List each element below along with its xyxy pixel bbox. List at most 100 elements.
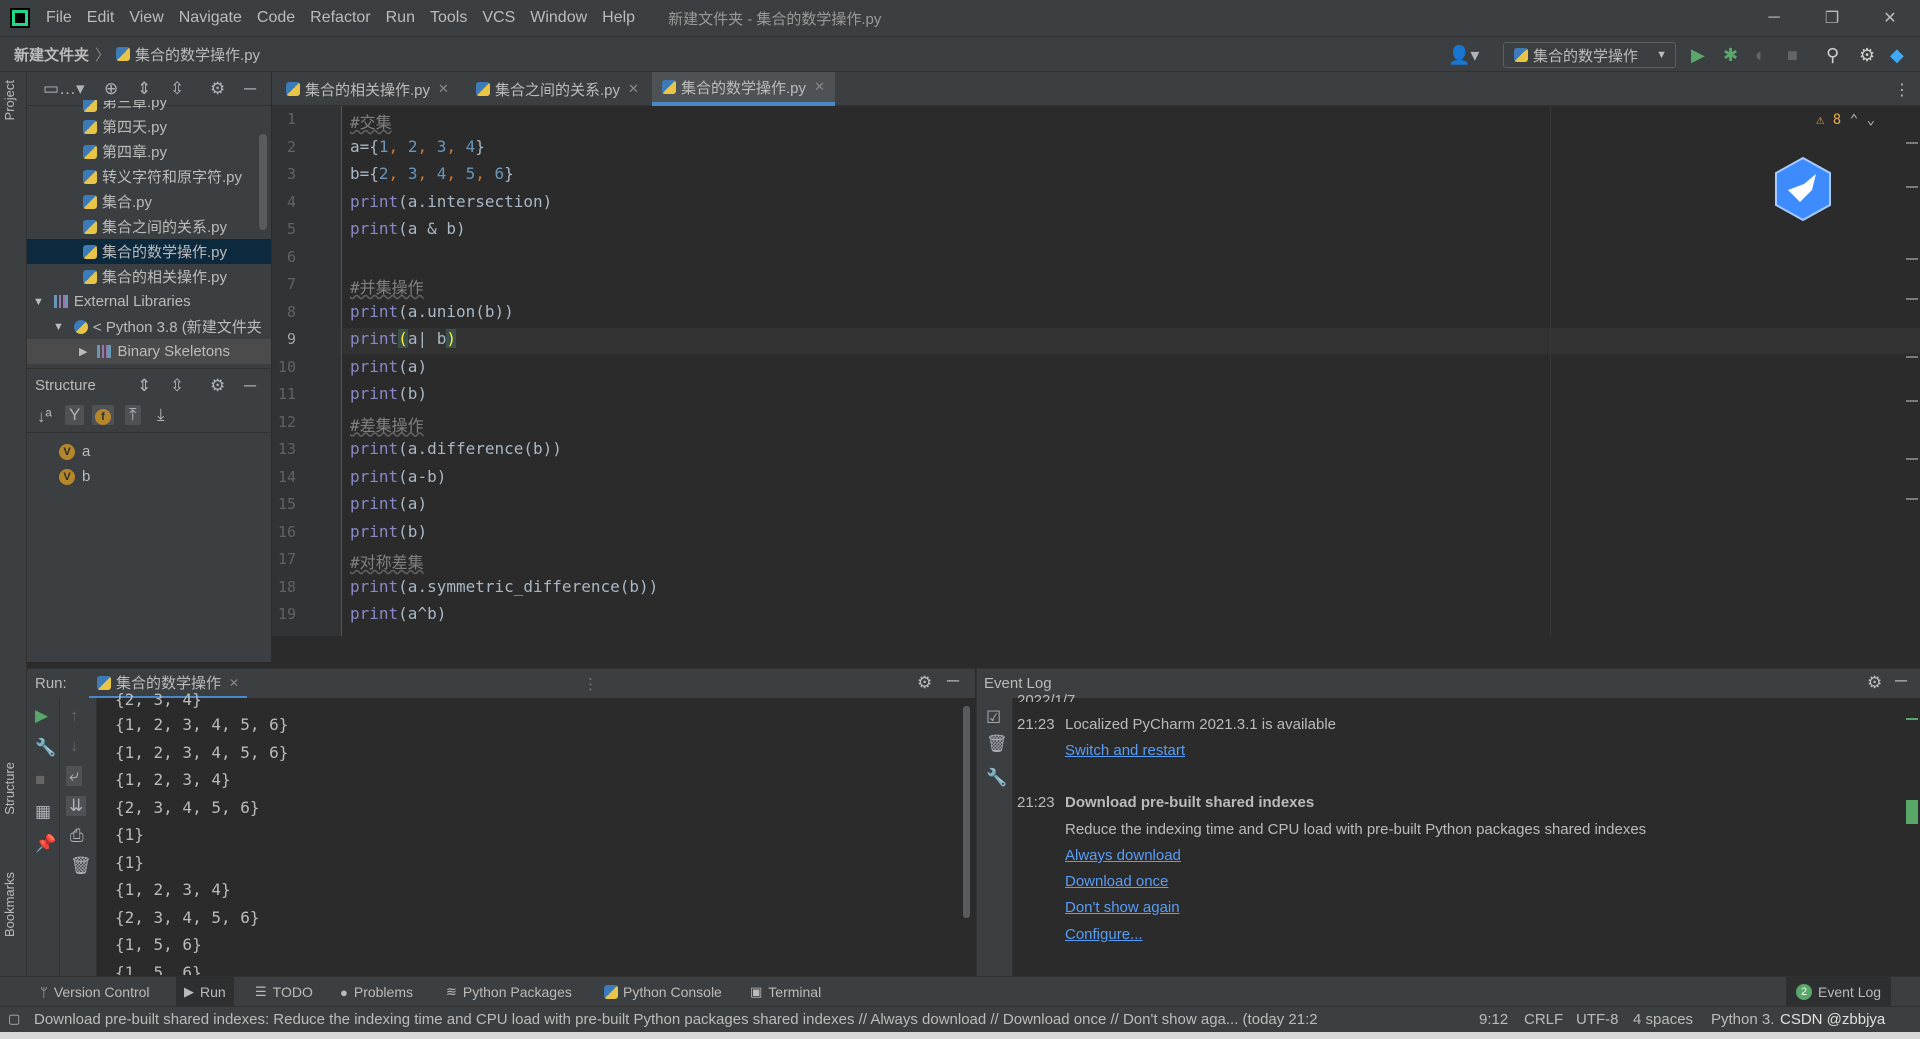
collapse-all-icon[interactable]: ⇳ [170, 376, 184, 396]
tree-item-file[interactable]: 集合.py [27, 189, 271, 214]
code-editor[interactable]: #交集 a={1, 2, 3, 4} b={2, 3, 4, 5, 6} pri… [343, 106, 1920, 636]
status-toggle-icon[interactable]: ▢ [8, 1011, 20, 1027]
more-tabs-icon[interactable]: ⋮ [1894, 80, 1910, 100]
tab-version-control[interactable]: ᛘ Version Control [40, 977, 150, 1007]
show-inherited-icon[interactable]: Y [65, 405, 85, 425]
menu-help[interactable]: Help [602, 9, 635, 27]
run-output-scrollbar[interactable] [963, 706, 970, 918]
restore-button[interactable]: ❐ [1803, 0, 1861, 36]
menu-window[interactable]: Window [530, 9, 587, 27]
tree-item-file[interactable]: 第三章.py [27, 100, 271, 112]
structure-var-a[interactable]: V a [27, 439, 90, 464]
chevron-down-icon[interactable]: ⌄ [1867, 112, 1875, 128]
trash-icon[interactable]: 🗑 [986, 734, 1008, 754]
print-icon[interactable]: ⎙ [70, 826, 84, 846]
tree-item-binary-skeletons[interactable]: ▶ Binary Skeletons [27, 339, 271, 364]
file-encoding[interactable]: UTF-8 [1576, 1011, 1619, 1028]
chevron-up-icon[interactable]: ⌃ [1850, 112, 1858, 128]
jetbrains-toolbox-icon[interactable]: ◆ [1890, 45, 1904, 65]
always-download-link[interactable]: Always download [1065, 847, 1181, 864]
run-icon[interactable]: ▶ [1691, 45, 1705, 65]
scroll-from-source-icon[interactable]: ⤓ [157, 405, 165, 425]
gear-icon[interactable]: ⚙ [210, 376, 225, 396]
menu-file[interactable]: File [46, 9, 72, 27]
menu-run[interactable]: Run [386, 9, 415, 27]
gear-icon[interactable]: ⚙ [210, 79, 225, 99]
project-view-select-icon[interactable]: ▭…▾ [43, 79, 85, 99]
caret-position[interactable]: 9:12 [1479, 1011, 1508, 1028]
drag-handle-icon[interactable]: ⋮ [583, 675, 598, 693]
bird-assistant-icon[interactable] [1770, 156, 1836, 222]
hide-panel-icon[interactable]: ─ [244, 79, 256, 99]
hide-panel-icon[interactable]: ─ [244, 376, 256, 396]
tab-todo[interactable]: ☰ TODO [255, 977, 313, 1007]
tree-item-file[interactable]: 第四章.py [27, 139, 271, 164]
tab-event-log[interactable]: 2 Event Log [1786, 977, 1892, 1007]
bookmarks-tool-tab[interactable]: Bookmarks [2, 872, 17, 937]
tree-item-python-sdk[interactable]: ▼ < Python 3.8 (新建文件夹 [27, 314, 271, 339]
debug-icon[interactable]: ✱ [1723, 45, 1738, 65]
run-configuration-select[interactable]: 集合的数学操作 ▼ [1503, 42, 1676, 68]
breadcrumb-project[interactable]: 新建文件夹 [14, 44, 89, 65]
python-interpreter[interactable]: Python 3. [1711, 1011, 1774, 1028]
gear-icon[interactable]: ⚙ [1867, 673, 1882, 693]
menu-view[interactable]: View [129, 9, 163, 27]
scroll-to-end-icon[interactable]: ⇊ [66, 796, 87, 816]
stop-icon[interactable]: ■ [35, 770, 45, 790]
user-icon[interactable]: 👤▾ [1448, 45, 1479, 65]
tab-terminal[interactable]: ▣ Terminal [750, 977, 821, 1007]
line-separator[interactable]: CRLF [1524, 1011, 1563, 1028]
indent-setting[interactable]: 4 spaces [1633, 1011, 1693, 1028]
soft-wrap-icon[interactable]: ⤶ [66, 766, 82, 786]
menu-edit[interactable]: Edit [87, 9, 115, 27]
close-tab-icon[interactable]: ✕ [229, 676, 239, 690]
tab-file-related-ops[interactable]: 集合的相关操作.py ✕ [276, 72, 459, 106]
expand-all-icon[interactable]: ⇕ [137, 376, 151, 396]
tree-item-file[interactable]: 第四天.py [27, 114, 271, 139]
breadcrumb-file[interactable]: 集合的数学操作.py [135, 44, 260, 65]
tree-item-external-libraries[interactable]: ▼ External Libraries [27, 289, 271, 314]
collapse-all-icon[interactable]: ⇳ [170, 79, 184, 99]
structure-tool-tab[interactable]: Structure [2, 762, 17, 815]
menu-refactor[interactable]: Refactor [310, 9, 370, 27]
wrench-icon[interactable]: 🔧 [986, 768, 1007, 788]
project-scrollbar[interactable] [259, 134, 267, 230]
gear-icon[interactable]: ⚙ [917, 673, 932, 693]
hide-panel-icon[interactable]: ─ [947, 671, 959, 691]
tree-item-file[interactable]: 集合之间的关系.py [27, 214, 271, 239]
sort-alpha-icon[interactable]: ↓ª [37, 407, 52, 427]
minimize-button[interactable]: ─ [1745, 0, 1803, 36]
project-tool-tab[interactable]: Project [2, 80, 17, 120]
mark-all-read-icon[interactable]: ☑ [986, 708, 1001, 728]
hide-panel-icon[interactable]: ─ [1895, 671, 1907, 691]
dont-show-again-link[interactable]: Don't show again [1065, 899, 1180, 916]
tab-python-packages[interactable]: ≋ Python Packages [446, 977, 572, 1007]
tab-problems[interactable]: ● Problems [340, 977, 413, 1007]
tab-python-console[interactable]: Python Console [604, 977, 722, 1007]
configure-link[interactable]: Configure... [1065, 926, 1143, 943]
expand-all-icon[interactable]: ⇕ [137, 79, 151, 99]
close-tab-icon[interactable]: ✕ [438, 81, 449, 97]
search-icon[interactable]: ⚲ [1826, 45, 1839, 65]
close-tab-icon[interactable]: ✕ [814, 79, 825, 95]
tab-file-set-relations[interactable]: 集合之间的关系.py ✕ [466, 72, 649, 106]
trash-icon[interactable]: 🗑 [70, 856, 92, 876]
warnings-indicator[interactable]: ⚠ 8 ⌃ ⌄ [1816, 112, 1875, 128]
locate-file-icon[interactable]: ⊕ [104, 79, 118, 99]
layout-icon[interactable]: ▦ [35, 802, 51, 822]
tree-item-file[interactable]: 转义字符和原字符.py [27, 164, 271, 189]
switch-and-restart-link[interactable]: Switch and restart [1065, 742, 1185, 759]
arrow-up-icon[interactable]: ↑ [70, 706, 79, 726]
menu-navigate[interactable]: Navigate [179, 9, 242, 27]
pin-tab-icon[interactable]: 📌 [35, 834, 56, 854]
tree-item-file-selected[interactable]: 集合的数学操作.py [27, 239, 271, 264]
show-fields-icon[interactable]: f [92, 405, 114, 425]
settings-gear-icon[interactable]: ⚙ [1859, 45, 1875, 65]
menu-tools[interactable]: Tools [430, 9, 467, 27]
coverage-icon[interactable]: ◐ [1755, 45, 1766, 65]
menu-vcs[interactable]: VCS [482, 9, 515, 27]
menu-code[interactable]: Code [257, 9, 295, 27]
rerun-icon[interactable]: ▶ [35, 706, 48, 726]
close-tab-icon[interactable]: ✕ [628, 81, 639, 97]
scroll-to-source-icon[interactable]: ⤒ [125, 405, 141, 425]
